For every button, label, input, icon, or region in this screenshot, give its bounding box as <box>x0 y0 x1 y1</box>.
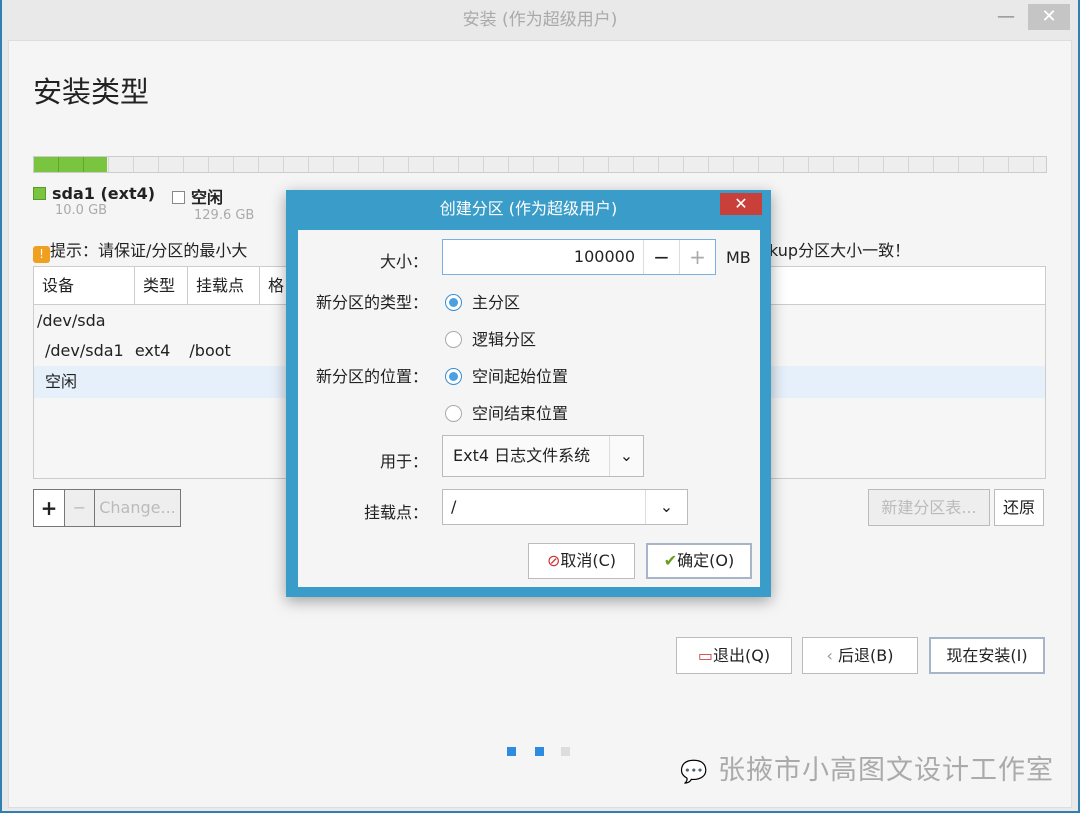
cell-device: 空闲 <box>45 372 78 391</box>
chevron-down-icon[interactable]: ⌄ <box>645 490 687 524</box>
cancel-label: 取消(C) <box>560 551 617 570</box>
legend-free: 空闲 129.6 GB <box>172 184 254 223</box>
free-swatch-icon <box>172 191 185 204</box>
size-increment-button[interactable]: + <box>679 240 715 274</box>
checkmark-icon: ✔ <box>663 551 678 570</box>
tip-text-right: kup分区大小一致！ <box>769 241 911 260</box>
radio-unchecked-icon <box>445 405 462 422</box>
mount-point-input[interactable]: / <box>443 490 645 524</box>
col-device[interactable]: 设备 <box>34 267 135 304</box>
radio-label: 逻辑分区 <box>472 330 537 349</box>
watermark: 💬 张掖市小高图文设计工作室 <box>680 748 1054 787</box>
mount-point-label: 挂载点： <box>363 503 428 522</box>
location-label: 新分区的位置： <box>315 367 428 386</box>
filesystem-select[interactable]: Ext4 日志文件系统 ⌄ <box>442 435 644 477</box>
mount-point-combo[interactable]: / ⌄ <box>442 489 688 525</box>
col-type[interactable]: 类型 <box>135 267 188 304</box>
dialog-body: 大小： 100000 − + MB 新分区的类型： 主分区 逻辑分区 新分区的位… <box>298 230 760 587</box>
back-label: 后退(B) <box>838 646 894 665</box>
step-dot-3 <box>561 747 570 756</box>
window-title: 安装 (作为超级用户) <box>462 10 618 30</box>
size-spinbox: 100000 − + <box>442 239 716 275</box>
cell-mount: /boot <box>189 341 231 360</box>
add-partition-button[interactable]: + <box>33 489 65 527</box>
radio-label: 空间结束位置 <box>472 404 569 423</box>
col-mount[interactable]: 挂载点 <box>188 267 260 304</box>
create-partition-dialog: 创建分区 (作为超级用户) ✕ 大小： 100000 − + MB 新分区的类型… <box>286 190 771 597</box>
quit-icon: ▭ <box>697 646 714 665</box>
quit-button[interactable]: ▭退出(Q) <box>676 637 792 674</box>
dialog-title: 创建分区 (作为超级用户) <box>439 199 618 218</box>
watermark-text: 张掖市小高图文设计工作室 <box>718 755 1054 786</box>
radio-logical[interactable]: 逻辑分区 <box>445 326 536 350</box>
new-partition-table-button[interactable]: 新建分区表... <box>868 489 990 526</box>
revert-button[interactable]: 还原 <box>994 489 1044 526</box>
ok-label: 确定(O) <box>677 551 735 570</box>
radio-checked-icon <box>445 294 462 311</box>
size-label: 大小： <box>379 252 428 271</box>
minimize-button[interactable]: — <box>992 6 1020 28</box>
step-dot-1 <box>507 747 516 756</box>
radio-end[interactable]: 空间结束位置 <box>445 400 568 424</box>
tip-text-left: 提示：请保证/分区的最小大 <box>50 241 248 260</box>
disk-used-fill <box>34 157 107 172</box>
page-title: 安装类型 <box>33 75 150 109</box>
radio-start[interactable]: 空间起始位置 <box>445 363 568 387</box>
cancel-button[interactable]: ⊘取消(C) <box>528 543 635 579</box>
quit-label: 退出(Q) <box>713 646 771 665</box>
size-input[interactable]: 100000 <box>443 240 643 274</box>
back-button[interactable]: ‹ 后退(B) <box>802 637 918 674</box>
legend-label: sda1 (ext4) <box>52 184 156 203</box>
type-label: 新分区的类型： <box>315 293 428 312</box>
filesystem-value: Ext4 日志文件系统 <box>453 446 591 465</box>
wechat-icon: 💬 <box>680 760 709 785</box>
radio-primary[interactable]: 主分区 <box>445 289 520 313</box>
install-now-button[interactable]: 现在安装(I) <box>929 637 1045 674</box>
cell-device: /dev/sda1 <box>45 341 124 360</box>
legend-size: 129.6 GB <box>194 208 255 223</box>
use-as-label: 用于： <box>379 452 428 471</box>
used-swatch-icon <box>33 187 46 200</box>
close-button[interactable]: ✕ <box>1028 4 1070 30</box>
remove-partition-button[interactable]: − <box>65 489 95 527</box>
chevron-down-icon: ⌄ <box>609 436 643 476</box>
disk-usage-bar <box>33 156 1047 173</box>
radio-unchecked-icon <box>445 331 462 348</box>
legend-size: 10.0 GB <box>55 203 108 218</box>
size-unit: MB <box>726 248 751 267</box>
radio-label: 空间起始位置 <box>472 367 569 386</box>
size-decrement-button[interactable]: − <box>643 240 679 274</box>
radio-checked-icon <box>445 368 462 385</box>
tip-text: ! 提示：请保证/分区的最小大 <box>33 237 247 263</box>
change-partition-button[interactable]: Change... <box>95 489 181 527</box>
cell-device: /dev/sda <box>37 311 106 330</box>
chevron-left-icon: ‹ <box>826 646 838 665</box>
cell-type: ext4 <box>134 341 171 360</box>
legend-sda1: sda1 (ext4) 10.0 GB <box>33 184 155 218</box>
cancel-icon: ⊘ <box>546 551 561 570</box>
warning-icon: ! <box>33 246 50 263</box>
radio-label: 主分区 <box>472 293 521 312</box>
step-dot-2 <box>535 747 544 756</box>
legend-label: 空闲 <box>191 188 224 207</box>
ok-button[interactable]: ✔确定(O) <box>646 543 752 579</box>
dialog-close-button[interactable]: ✕ <box>720 193 762 215</box>
